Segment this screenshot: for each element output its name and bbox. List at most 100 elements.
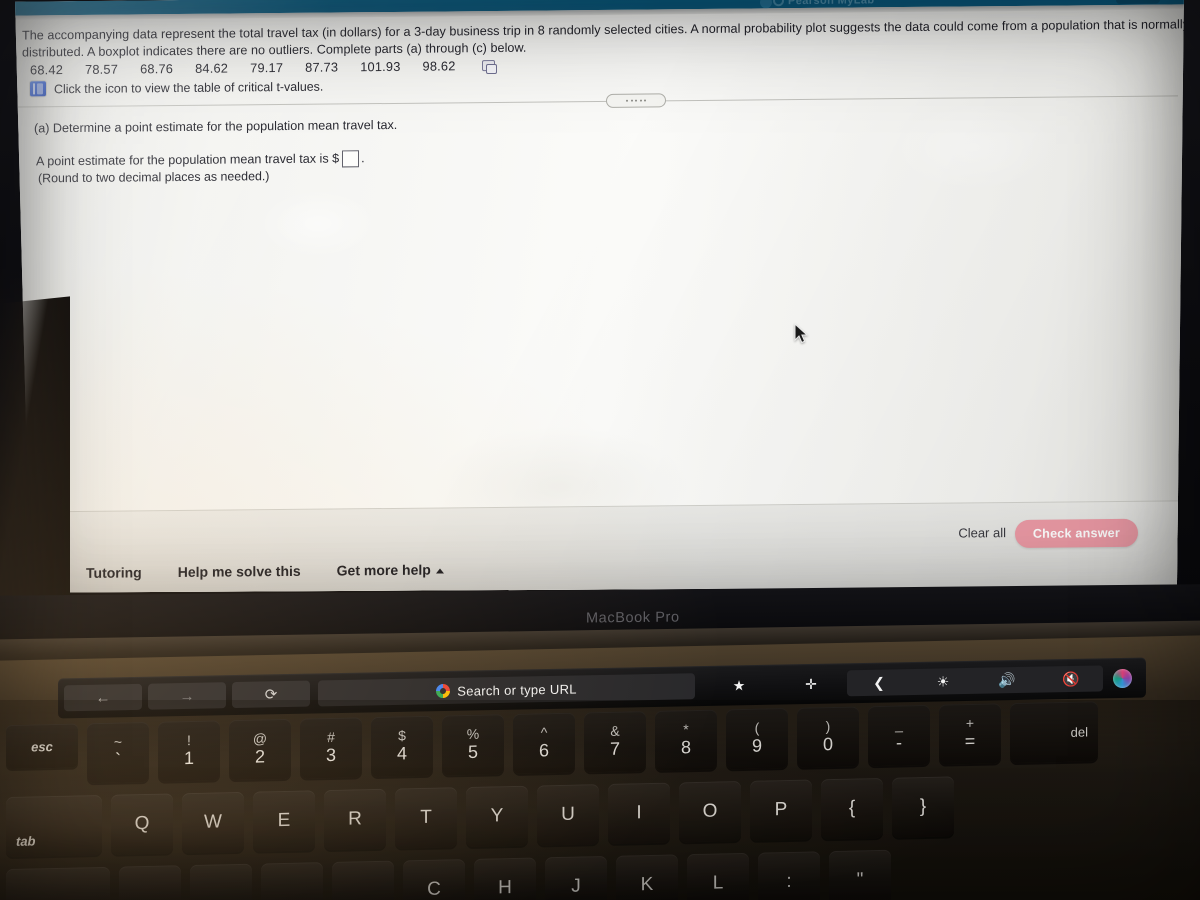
key-d[interactable] xyxy=(261,862,323,900)
key-shift-label: ~ xyxy=(113,733,123,750)
key-shift-label: $ xyxy=(398,727,406,744)
key-a[interactable] xyxy=(119,865,181,900)
key-q[interactable]: Q xyxy=(111,793,173,855)
clear-all-button[interactable]: Clear all xyxy=(958,525,1006,540)
data-value: 78.57 xyxy=(85,61,119,77)
key-bracket-right[interactable]: } xyxy=(892,776,954,838)
key-s[interactable] xyxy=(190,863,252,900)
touchbar-url-placeholder: Search or type URL xyxy=(457,680,577,699)
key-p[interactable]: P xyxy=(750,779,812,841)
key-main-label: 4 xyxy=(396,743,407,764)
keyboard: esc ~ ` ! 1 @ 2 # 3 $ 4 % 5 ^ 6 & 7 * 8 … xyxy=(0,698,1200,900)
app-header-dot-icon xyxy=(760,0,772,8)
key-main-label: 8 xyxy=(680,737,691,758)
app-header-button[interactable] xyxy=(1116,0,1160,4)
handle-dot-icon xyxy=(640,100,642,102)
key-backtick[interactable]: ~ ` xyxy=(87,721,149,784)
key-main-label: 5 xyxy=(467,741,478,762)
key-e[interactable]: E xyxy=(253,790,315,852)
key-main-label: = xyxy=(964,730,976,752)
key-main-label: 9 xyxy=(751,735,762,756)
divider-drag-handle[interactable] xyxy=(606,93,666,108)
tutoring-button[interactable]: Tutoring xyxy=(86,564,142,581)
key-bracket-left[interactable]: { xyxy=(821,777,883,840)
key-f[interactable] xyxy=(332,860,394,900)
data-value: 87.73 xyxy=(305,59,339,75)
handle-dot-icon xyxy=(631,100,633,102)
touchbar-url-field[interactable]: Search or type URL xyxy=(318,673,695,707)
key-0[interactable]: ) 0 xyxy=(797,706,859,768)
key-w[interactable]: W xyxy=(182,791,244,854)
table-book-icon[interactable] xyxy=(30,81,46,96)
siri-icon[interactable] xyxy=(1113,668,1132,688)
key-caps-lock[interactable] xyxy=(6,866,110,900)
data-value: 79.17 xyxy=(250,60,284,76)
touchbar-bookmark-icon[interactable]: ★ xyxy=(703,672,775,699)
key-8[interactable]: * 8 xyxy=(655,709,717,771)
key-k[interactable]: K xyxy=(616,854,678,900)
touchbar-back-button[interactable]: ← xyxy=(64,683,142,712)
key-equals[interactable]: + = xyxy=(939,703,1001,765)
touchbar-volume-icon[interactable]: 🔊 xyxy=(975,667,1039,694)
answer-input[interactable] xyxy=(342,150,359,167)
touchbar-forward-button[interactable]: → xyxy=(148,682,226,710)
key-6[interactable]: ^ 6 xyxy=(513,712,575,775)
key-esc[interactable]: esc xyxy=(6,723,78,770)
key-minus[interactable]: _ - xyxy=(868,704,930,767)
key-main-label: 6 xyxy=(538,740,549,761)
key-i[interactable]: I xyxy=(608,782,670,844)
key-t[interactable]: T xyxy=(395,787,457,849)
key-j[interactable]: J xyxy=(545,855,607,900)
help-me-solve-this-button[interactable]: Help me solve this xyxy=(178,563,301,580)
key-4[interactable]: $ 4 xyxy=(371,715,433,778)
key-7[interactable]: & 7 xyxy=(584,711,646,773)
key-delete[interactable]: del xyxy=(1010,701,1098,764)
key-quote[interactable]: " xyxy=(829,849,891,900)
key-shift-label: ^ xyxy=(540,724,548,741)
key-3[interactable]: # 3 xyxy=(300,717,362,779)
key-semicolon[interactable]: : xyxy=(758,851,820,900)
key-2[interactable]: @ 2 xyxy=(229,718,291,781)
touchbar-mute-icon[interactable]: 🔇 xyxy=(1039,665,1103,692)
key-main-label: 0 xyxy=(822,734,833,755)
key-shift-label: _ xyxy=(895,716,903,733)
key-u[interactable]: U xyxy=(537,784,599,846)
key-l[interactable]: L xyxy=(687,852,749,900)
key-shift-label: * xyxy=(683,721,689,738)
key-h[interactable]: H xyxy=(474,857,536,900)
keyboard-row-qwerty: tab Q W E R T Y U I O P { } xyxy=(0,770,1200,858)
laptop-screen: Pearson MyLab The accompanying data repr… xyxy=(8,0,1184,598)
key-r[interactable]: R xyxy=(324,788,386,851)
key-1[interactable]: ! 1 xyxy=(158,720,220,782)
key-main-label: 2 xyxy=(254,746,265,767)
touchbar-new-tab-icon[interactable]: ✛ xyxy=(775,670,847,697)
key-5[interactable]: % 5 xyxy=(442,714,504,776)
get-more-help-button[interactable]: Get more help xyxy=(337,561,444,578)
key-shift-label: # xyxy=(327,728,335,746)
key-y[interactable]: Y xyxy=(466,785,528,848)
touchbar-system-group: ❮ ☀ 🔊 🔇 xyxy=(847,665,1103,697)
popout-data-icon[interactable] xyxy=(482,60,495,71)
key-9[interactable]: ( 9 xyxy=(726,708,788,770)
touchbar-reload-button[interactable]: ⟳ xyxy=(232,680,310,709)
app-logo-icon xyxy=(773,0,784,6)
key-main-label: 7 xyxy=(609,738,620,759)
google-logo-icon xyxy=(436,683,451,699)
caret-up-icon xyxy=(436,568,444,573)
key-shift-label: @ xyxy=(252,730,268,747)
get-more-help-label: Get more help xyxy=(336,561,431,579)
critical-t-values-label: Click the icon to view the table of crit… xyxy=(54,79,324,96)
data-value: 84.62 xyxy=(195,60,229,76)
key-o[interactable]: O xyxy=(679,781,741,843)
handle-dot-icon xyxy=(644,100,646,102)
critical-t-values-link[interactable]: Click the icon to view the table of crit… xyxy=(30,79,323,97)
check-answer-button[interactable]: Check answer xyxy=(1015,519,1138,548)
touchbar-expand-icon[interactable]: ❮ xyxy=(847,669,911,696)
key-tab[interactable]: tab xyxy=(6,794,102,858)
touchbar-brightness-icon[interactable]: ☀ xyxy=(911,668,975,695)
key-c[interactable]: C xyxy=(403,859,465,900)
key-shift-label: & xyxy=(610,722,620,739)
data-value: 68.76 xyxy=(140,61,174,77)
data-value: 98.62 xyxy=(422,58,456,74)
data-value: 101.93 xyxy=(360,58,401,75)
